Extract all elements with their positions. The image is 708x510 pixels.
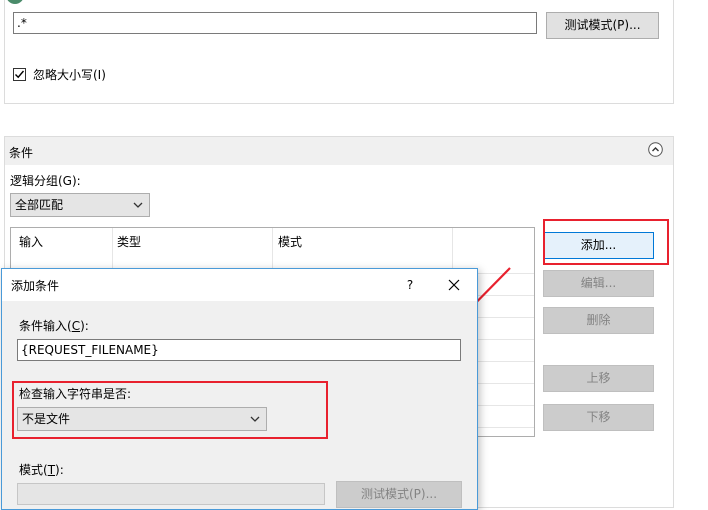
close-icon[interactable] [448,279,460,291]
dialog-title: 添加条件 [11,279,60,293]
dialog-test-pattern-button[interactable]: 测试模式(P)... [336,481,462,508]
help-button[interactable]: ? [403,277,417,293]
condition-input-field[interactable]: {REQUEST_FILENAME} [17,339,461,361]
add-condition-dialog: 添加条件 ? 条件输入(C): {REQUEST_FILENAME} 检查输入字… [1,268,478,510]
condition-input-label: 条件输入(C): [19,319,89,333]
check-input-highlight [12,381,328,439]
pattern-label: 模式(T): [19,463,64,477]
pattern-field[interactable] [17,483,325,505]
